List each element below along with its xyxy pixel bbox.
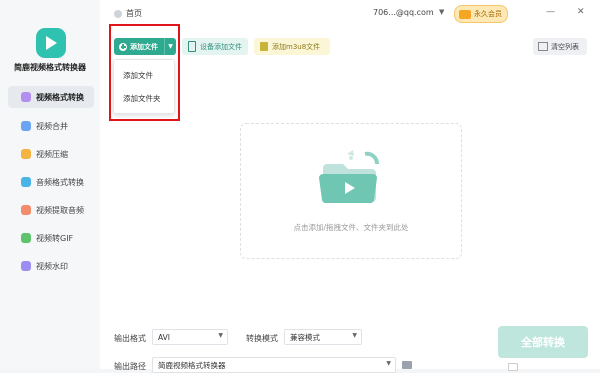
close-button[interactable]: ✕ (577, 7, 585, 17)
output-path-label: 输出路径 (114, 362, 146, 371)
output-path-select[interactable]: 简鹿视频格式转换器 ▼ (152, 357, 396, 373)
sidebar-item-video-watermark[interactable]: 视频水印 (8, 255, 94, 277)
home-icon (114, 9, 122, 18)
video-merge-icon (21, 121, 31, 131)
sidebar-item-label: 视频格式转换 (36, 92, 84, 102)
app-title: 简鹿视频格式转换器 (14, 63, 86, 72)
chevron-down-icon[interactable]: ▼ (439, 8, 444, 16)
sidebar-item-video-to-gif[interactable]: 视频转GIF (8, 227, 94, 249)
minimize-button[interactable]: — (546, 7, 555, 17)
add-m3u8-label: 添加m3u8文件 (272, 42, 321, 51)
sidebar-item-video-merge[interactable]: 视频合并 (8, 115, 94, 137)
gif-icon (21, 233, 31, 243)
convert-all-button[interactable]: 全部转换 (498, 326, 588, 358)
main-panel: 首页 706...@qq.com ▼ 永久会员 — ✕ 添加文件 ▼ 设备添加文… (100, 0, 600, 373)
sidebar-item-label: 视频水印 (36, 261, 68, 271)
chevron-down-icon: ▼ (386, 360, 391, 367)
drop-hint-text: 点击添加/拖拽文件、文件夹到此处 (293, 223, 409, 232)
sidebar-item-video-compress[interactable]: 视频压缩 (8, 143, 94, 165)
sidebar-item-label: 视频合并 (36, 121, 68, 131)
clear-icon (538, 42, 548, 51)
output-format-value: AVI (158, 332, 170, 342)
chevron-down-icon: ▼ (352, 332, 357, 339)
video-convert-icon (21, 92, 31, 102)
vip-badge[interactable]: 永久会员 (454, 5, 508, 23)
convert-mode-select[interactable]: 兼容模式 ▼ (284, 329, 362, 345)
add-m3u8-button[interactable]: 添加m3u8文件 (254, 38, 330, 55)
device-add-file-button[interactable]: 设备添加文件 (182, 38, 248, 55)
breadcrumb-home: 首页 (126, 9, 142, 18)
folder-video-icon (319, 150, 379, 204)
sidebar-item-label: 视频转GIF (36, 233, 74, 243)
phone-icon (188, 41, 196, 52)
watermark-icon (21, 261, 31, 271)
sidebar-item-video-format-convert[interactable]: 视频格式转换 (8, 86, 94, 108)
device-add-label: 设备添加文件 (200, 42, 242, 51)
sidebar-item-extract-audio[interactable]: 视频提取音频 (8, 199, 94, 221)
convert-mode-label: 转换模式 (246, 334, 278, 343)
sidebar-item-label: 视频压缩 (36, 149, 68, 159)
account-email[interactable]: 706...@qq.com (373, 8, 434, 17)
highlight-box (109, 24, 180, 121)
sidebar-item-label: 视频提取音频 (36, 205, 84, 215)
m3u8-file-icon (260, 42, 268, 51)
clear-list-label: 清空列表 (551, 42, 579, 51)
audio-convert-icon (21, 177, 31, 187)
output-format-label: 输出格式 (114, 334, 146, 343)
sidebar-item-audio-format-convert[interactable]: 音频格式转换 (8, 171, 94, 193)
crown-icon (459, 9, 471, 19)
app-logo-icon (36, 28, 66, 58)
folder-icon[interactable] (402, 361, 412, 369)
convert-mode-value: 兼容模式 (290, 332, 320, 342)
chevron-down-icon: ▼ (218, 332, 223, 339)
extract-audio-icon (21, 205, 31, 215)
breadcrumb[interactable]: 首页 (114, 8, 142, 19)
sidebar-item-label: 音频格式转换 (36, 177, 84, 187)
output-format-select[interactable]: AVI ▼ (152, 329, 228, 345)
file-drop-zone[interactable]: 点击添加/拖拽文件、文件夹到此处 (240, 123, 462, 259)
vip-label: 永久会员 (474, 10, 502, 18)
clear-list-button[interactable]: 清空列表 (533, 38, 587, 55)
video-compress-icon (21, 149, 31, 159)
sidebar: 简鹿视频格式转换器 视频格式转换 视频合并 视频压缩 音频格式转换 视频提取音频… (0, 0, 100, 369)
option-checkbox[interactable] (508, 363, 518, 371)
